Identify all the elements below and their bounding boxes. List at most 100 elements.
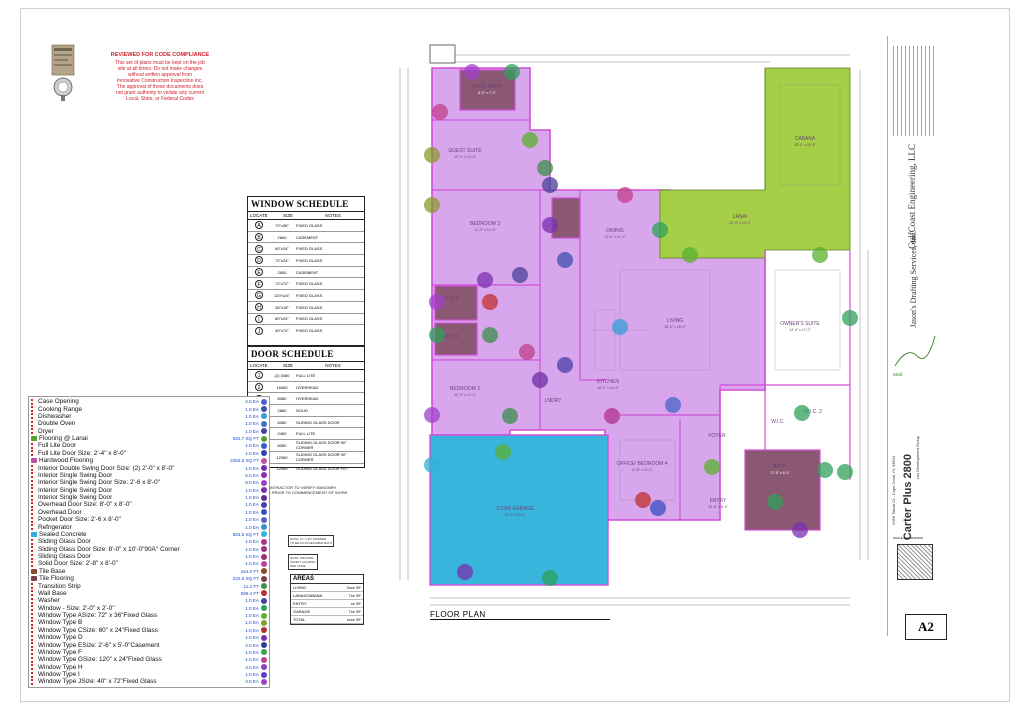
takeoff-marker[interactable] bbox=[424, 197, 440, 213]
legend-label: Dryer bbox=[38, 427, 54, 435]
legend-item[interactable]: Window - Size: 2'-0" x 2'-0" 1.0 EA bbox=[31, 605, 267, 612]
takeoff-marker[interactable] bbox=[612, 319, 628, 335]
legend-item[interactable]: Window Type JSize: 40" x 72"Fixed Glass 3… bbox=[31, 678, 267, 685]
takeoff-marker[interactable] bbox=[704, 459, 720, 475]
legend-item[interactable]: Interior Single Swing Door 1.0 EA bbox=[31, 487, 267, 494]
schedule-notes: FULL LITE bbox=[296, 431, 316, 437]
count-measure-icon bbox=[31, 664, 36, 671]
legend-label: Transition Strip bbox=[38, 582, 81, 590]
takeoff-marker[interactable] bbox=[464, 64, 480, 80]
schedule-id-cell: B bbox=[248, 233, 270, 242]
takeoff-marker[interactable] bbox=[502, 408, 518, 424]
takeoff-marker[interactable] bbox=[650, 500, 666, 516]
legend-item[interactable]: Window Type H 3.0 EA bbox=[31, 664, 267, 671]
legend-item[interactable]: Refrigerator 1.0 EA bbox=[31, 523, 267, 531]
legend-color-dot bbox=[261, 678, 267, 685]
legend-item[interactable]: Flooring @ Lanai 522.7 SQ FT bbox=[31, 435, 267, 442]
legend-item[interactable]: Case Opening 2.0 EA bbox=[31, 398, 267, 405]
legend-item[interactable]: Full Lite Door 1.0 EA bbox=[31, 442, 267, 449]
legend-item[interactable]: Washer 1.0 EA bbox=[31, 597, 267, 604]
legend-item[interactable]: Wall Base 596.4 FT bbox=[31, 590, 267, 597]
takeoff-marker[interactable] bbox=[432, 104, 448, 120]
legend-item[interactable]: Interior Double Swing Door Size: (2) 2'-… bbox=[31, 464, 267, 472]
takeoff-marker[interactable] bbox=[532, 372, 548, 388]
takeoff-marker[interactable] bbox=[557, 252, 573, 268]
takeoff-marker[interactable] bbox=[767, 494, 783, 510]
legend-item[interactable]: Window Type ESize: 2'-6" x 5'-0"Casement… bbox=[31, 641, 267, 649]
header-notes: NOTES bbox=[325, 363, 341, 368]
takeoff-marker[interactable] bbox=[542, 177, 558, 193]
legend-item[interactable]: Sliding Glass Door 1.0 EA bbox=[31, 538, 267, 545]
room-label: LNDRY bbox=[545, 398, 563, 404]
takeoff-marker[interactable] bbox=[792, 522, 808, 538]
takeoff-marker[interactable] bbox=[537, 160, 553, 176]
schedule-row: F 72"x72" FIXED GLASS bbox=[248, 278, 364, 291]
schedule-row: H 36"x18" FIXED GLASS bbox=[248, 302, 364, 314]
takeoff-marker[interactable] bbox=[817, 462, 833, 478]
takeoff-marker[interactable] bbox=[424, 457, 440, 473]
takeoff-marker[interactable] bbox=[652, 222, 668, 238]
legend-item[interactable]: Cooking Range 1.0 EA bbox=[31, 405, 267, 413]
takeoff-marker[interactable] bbox=[542, 570, 558, 586]
takeoff-marker[interactable] bbox=[522, 132, 538, 148]
takeoff-marker[interactable] bbox=[794, 405, 810, 421]
legend-item[interactable]: Full Lite Door Size: 2'-4" x 8'-0" 1.0 EA bbox=[31, 450, 267, 457]
glass-note: NOTE: PROVIDE SAFETY GLAZING PER CODE bbox=[288, 554, 318, 570]
legend-item[interactable]: Window Type ASize: 72" x 36"Fixed Glass 1… bbox=[31, 612, 267, 619]
takeoff-marker[interactable] bbox=[665, 397, 681, 413]
legend-item[interactable]: Window Type B 1.0 EA bbox=[31, 619, 267, 626]
takeoff-marker[interactable] bbox=[457, 564, 473, 580]
legend-item[interactable]: Dishwasher 1.0 EA bbox=[31, 413, 267, 420]
takeoff-marker[interactable] bbox=[504, 64, 520, 80]
takeoff-marker[interactable] bbox=[424, 147, 440, 163]
legend-item[interactable]: Pocket Door Size: 2'-6 x 8'-0" 1.0 EA bbox=[31, 516, 267, 523]
legend-item[interactable]: Tile Base 164.0 FT bbox=[31, 568, 267, 575]
count-measure-icon bbox=[31, 619, 36, 626]
legend-item[interactable]: Window Type F 1.0 EA bbox=[31, 649, 267, 656]
takeoff-marker[interactable] bbox=[542, 217, 558, 233]
legend-item[interactable]: Window Type D 1.0 EA bbox=[31, 634, 267, 641]
count-measure-icon bbox=[31, 413, 36, 420]
takeoff-marker[interactable] bbox=[812, 247, 828, 263]
takeoff-marker[interactable] bbox=[477, 272, 493, 288]
legend-item[interactable]: Window Type I 1.0 EA bbox=[31, 671, 267, 678]
schedule-tag: I bbox=[255, 314, 263, 323]
legend-item[interactable]: Overhead Door 1.0 EA bbox=[31, 509, 267, 516]
legend-item[interactable]: Sealed Concrete 553.5 SQ FT bbox=[31, 531, 267, 538]
count-measure-icon bbox=[31, 450, 36, 457]
takeoff-marker[interactable] bbox=[512, 267, 528, 283]
area-measure-icon bbox=[31, 436, 37, 442]
legend-item[interactable]: Window Type GSize: 120" x 24"Fixed Glass… bbox=[31, 656, 267, 663]
legend-item[interactable]: Overhead Door Size: 8'-0" x 8'-0" 1.0 EA bbox=[31, 501, 267, 508]
takeoff-marker[interactable] bbox=[837, 464, 853, 480]
takeoff-marker[interactable] bbox=[842, 310, 858, 326]
takeoff-marker[interactable] bbox=[635, 492, 651, 508]
takeoff-marker[interactable] bbox=[519, 344, 535, 360]
legend-item[interactable]: Interior Single Swing Door Size: 2'-6 x … bbox=[31, 479, 267, 486]
legend-item[interactable]: Transition Strip 11.2 FT bbox=[31, 582, 267, 590]
legend-item[interactable]: Solid Door Size: 2'-8" x 8'-0" 1.0 EA bbox=[31, 560, 267, 567]
legend-item[interactable]: Interior Single Swing Door 1.0 EA bbox=[31, 494, 267, 501]
takeoff-marker[interactable] bbox=[617, 187, 633, 203]
takeoff-marker[interactable] bbox=[682, 247, 698, 263]
takeoff-marker[interactable] bbox=[604, 408, 620, 424]
legend-item[interactable]: Interior Single Swing Door 6.0 EA bbox=[31, 472, 267, 479]
legend-item[interactable]: Hardwood Flooring 2252.6 SQ FT bbox=[31, 457, 267, 464]
legend-item[interactable]: Dryer 1.0 EA bbox=[31, 428, 267, 435]
count-measure-icon bbox=[31, 494, 36, 501]
schedule-tag: E bbox=[255, 268, 263, 277]
legend-item[interactable]: Window Type CSize: 60" x 24"Fixed Glass 1… bbox=[31, 627, 267, 634]
legend-item[interactable]: Double Oven 1.0 EA bbox=[31, 420, 267, 427]
takeoff-marker[interactable] bbox=[482, 327, 498, 343]
legend-item[interactable]: Tile Flooring 222.6 SQ FT bbox=[31, 575, 267, 582]
legend-color-dot bbox=[261, 553, 267, 560]
takeoff-marker[interactable] bbox=[482, 294, 498, 310]
legend-item[interactable]: Sliding Glass Door Size: 8'-0" x 10'-0"9… bbox=[31, 546, 267, 553]
takeoff-marker[interactable] bbox=[495, 444, 511, 460]
legend-item[interactable]: Sliding Glass Door 1.0 EA bbox=[31, 553, 267, 560]
takeoff-marker[interactable] bbox=[557, 357, 573, 373]
takeoff-marker[interactable] bbox=[429, 294, 445, 310]
schedule-notes: FIXED GLASS bbox=[296, 304, 323, 310]
takeoff-marker[interactable] bbox=[424, 407, 440, 423]
takeoff-marker[interactable] bbox=[429, 327, 445, 343]
